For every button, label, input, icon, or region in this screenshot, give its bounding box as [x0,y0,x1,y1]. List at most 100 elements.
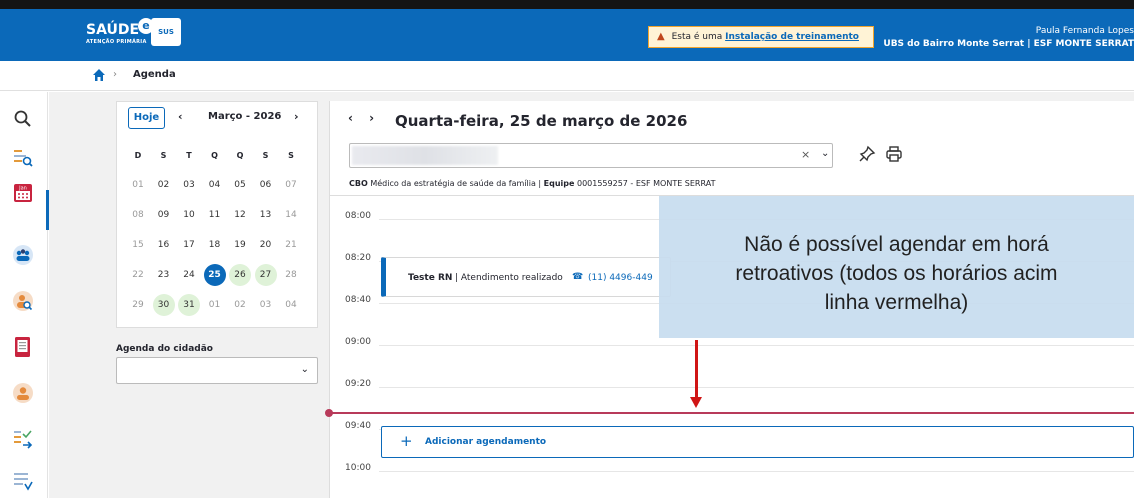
calendar-day[interactable]: 17 [178,234,200,256]
calendar-day[interactable]: 03 [178,174,200,196]
day-nav-arrows[interactable]: ‹ › [348,111,380,125]
breadcrumb-current: Agenda [133,69,176,80]
user-menu[interactable]: Paula Fernanda Lopes UBS do Bairro Monte… [883,25,1134,51]
add-appointment-button[interactable]: + Adicionar agendamento [381,426,1134,458]
cbo-label: CBO [349,179,368,188]
list-settings-icon[interactable] [12,470,34,492]
esus-logo[interactable]: SAÚDE e SUS ATENÇÃO PRIMÁRIA [86,18,181,46]
group-icon[interactable] [12,244,34,266]
phone-icon: ☎ [572,272,584,282]
calendar-day[interactable]: 01 [127,174,149,196]
chevron-down-icon[interactable]: ⌄ [821,148,829,159]
team-label: Equipe [543,179,575,188]
calendar-day[interactable]: 07 [280,174,302,196]
home-icon[interactable] [92,68,106,82]
weekday-label: Q [211,151,218,160]
logo-text: SAÚDE [86,22,140,38]
time-slot-label: 09:40 [345,421,371,431]
time-slot-label: 08:20 [345,253,371,263]
cds-form-icon[interactable] [12,336,34,358]
calendar-day[interactable]: 01 [204,294,226,316]
calendar-icon[interactable]: Jan [12,182,34,204]
window-edge [0,0,1134,9]
citizen-agenda-select[interactable]: ⌄ [116,357,318,384]
calendar-day[interactable]: 02 [153,174,175,196]
logo-sus-badge: SUS [151,18,181,46]
calendar-day[interactable]: 19 [229,234,251,256]
logo-subtitle: ATENÇÃO PRIMÁRIA [86,39,147,45]
calendar-day[interactable]: 11 [204,204,226,226]
print-icon[interactable] [885,145,903,163]
add-appointment-label: Adicionar agendamento [425,437,547,447]
page-title: Quarta-feira, 25 de março de 2026 [395,112,688,130]
find-patient-icon[interactable] [12,146,34,168]
calendar-day[interactable]: 08 [127,204,149,226]
calendar-day[interactable]: 05 [229,174,251,196]
appointment-status: | Atendimento realizado [455,273,563,283]
calendar-day[interactable]: 30 [152,294,175,316]
calendar-day[interactable]: 24 [178,264,200,286]
calendar-prev-button[interactable]: ‹ [178,110,183,123]
banner-text: Esta é uma [671,32,723,42]
time-slot-label: 08:40 [345,295,371,305]
cbo-value: Médico da estratégia de saúde da família [370,179,536,188]
time-slot-line [379,387,1134,388]
annotation-line-2: retroativos (todos os horários acim [735,262,1058,285]
svg-text:Jan: Jan [18,186,27,192]
calendar-day[interactable]: 27 [254,264,277,286]
weekday-label: S [288,151,294,160]
professional-select[interactable]: × ⌄ [349,143,833,168]
calendar-day[interactable]: 10 [178,204,200,226]
calendar-day[interactable]: 09 [153,204,175,226]
calendar-day[interactable]: 20 [255,234,277,256]
calendar-day[interactable]: 22 [127,264,149,286]
time-slot-line [379,471,1134,472]
chevron-down-icon: ⌄ [300,364,309,375]
calendar-day[interactable]: 21 [280,234,302,256]
annotation-line-1: Não é possível agendar em horá [744,233,1049,256]
time-slot-label: 08:00 [345,211,371,221]
calendar-day[interactable]: 14 [280,204,302,226]
time-slot-label: 10:00 [345,463,371,473]
calendar-day[interactable]: 06 [255,174,277,196]
user-name: Paula Fernanda Lopes [1035,26,1134,36]
annotation-line-3: linha vermelha) [824,291,969,314]
annotation-arrow-head [690,397,702,408]
calendar-day[interactable]: 23 [153,264,175,286]
calendar-day[interactable]: 28 [280,264,302,286]
person-search-icon[interactable] [12,290,34,312]
appointment-card[interactable]: Teste RN | Atendimento realizado ☎ (11) … [381,257,671,297]
calendar-day[interactable]: 04 [204,174,226,196]
calendar-day[interactable]: 31 [178,294,200,316]
calendar-day[interactable]: 12 [229,204,251,226]
calendar-day[interactable]: 04 [280,294,302,316]
calendar-day[interactable]: 15 [127,234,149,256]
sort-list-icon[interactable] [12,428,34,450]
user-icon[interactable] [12,382,34,404]
pin-icon[interactable] [858,145,876,163]
calendar-day[interactable]: 26 [229,264,251,286]
weekday-label: T [186,151,192,160]
clear-icon[interactable]: × [801,148,810,161]
calendar-day[interactable]: 29 [127,294,149,316]
appointment-patient: Teste RN [408,273,453,283]
calendar-day[interactable]: 25 [203,264,226,286]
search-icon[interactable] [12,108,34,130]
calendar-next-button[interactable]: › [294,110,299,123]
calendar-day[interactable]: 16 [153,234,175,256]
weekday-label: Q [236,151,244,160]
calendar-day[interactable]: 02 [229,294,251,316]
appointment-phone: (11) 4496-449 [588,273,653,283]
training-link[interactable]: Instalação de treinamento [725,32,859,42]
calendar-day[interactable]: 13 [255,204,277,226]
top-bar: SAÚDE e SUS ATENÇÃO PRIMÁRIA ▲ Esta é um… [0,0,1134,61]
training-banner: ▲ Esta é uma Instalação de treinamento [648,26,874,48]
calendar-day[interactable]: 18 [204,234,226,256]
weekday-label: S [262,151,269,160]
team-value: 0001559257 - ESF MONTE SERRAT [576,179,716,188]
today-button[interactable]: Hoje [128,107,165,129]
current-time-line [329,412,1134,414]
calendar-day[interactable]: 03 [255,294,277,316]
warning-icon: ▲ [657,31,665,42]
current-time-dot [325,409,333,417]
